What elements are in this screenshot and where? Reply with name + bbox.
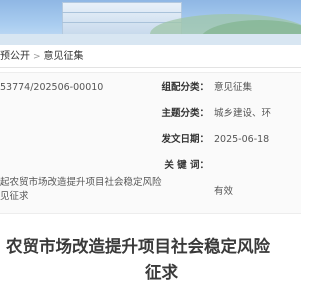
document-title-line: 农贸市场改造提升项目社会稳定风险	[6, 237, 270, 256]
meta-label: 关 键 词：	[164, 160, 209, 171]
meta-label: 发文日期：	[161, 134, 209, 145]
document-title-line: 征求	[145, 263, 178, 282]
meta-value: 2025-06-18	[214, 134, 270, 145]
breadcrumb-item-opinion-collection[interactable]: 意见征集	[44, 51, 84, 62]
meta-row-topic: 主题分类： 城乡建设、环	[0, 105, 301, 123]
header-banner	[0, 0, 301, 45]
meta-row-validity: 有效	[0, 183, 301, 201]
meta-value: 城乡建设、环	[214, 108, 272, 119]
meta-row-category: 53774/202506-00010 组配分类： 意见征集	[0, 79, 301, 97]
banner-building-floor	[62, 12, 182, 13]
banner-road-image	[0, 34, 301, 45]
meta-row-keywords: 关 键 词：	[0, 157, 301, 175]
index-number-value: 53774/202506-00010	[0, 82, 104, 93]
document-metadata-panel: 53774/202506-00010 组配分类： 意见征集 主题分类： 城乡建设…	[0, 72, 301, 214]
meta-value: 意见征集	[214, 82, 253, 93]
document-title: 农贸市场改造提升项目社会稳定风险 征求	[0, 234, 301, 286]
breadcrumb-item-prepublic[interactable]: 预公开	[0, 51, 30, 62]
meta-row-date: 发文日期： 2025-06-18	[0, 131, 301, 149]
breadcrumb-divider	[0, 67, 301, 68]
meta-label: 组配分类：	[161, 82, 209, 93]
meta-value: 有效	[214, 186, 234, 197]
meta-label: 主题分类：	[161, 108, 209, 119]
breadcrumb-separator: >	[33, 52, 41, 62]
breadcrumb: 预公开 > 意见征集	[0, 48, 301, 66]
